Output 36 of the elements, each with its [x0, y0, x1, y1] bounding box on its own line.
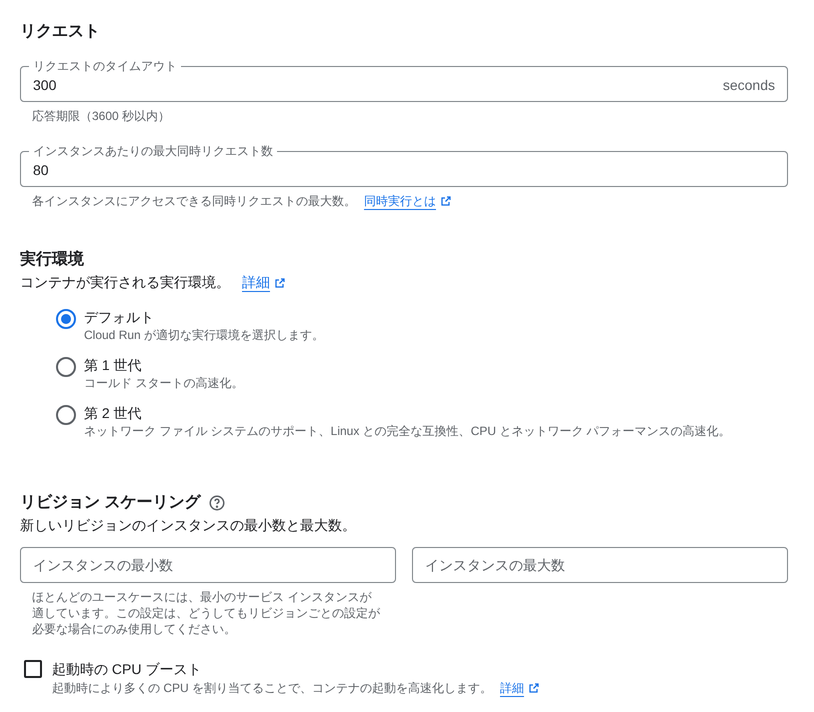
- field-hint: 応答期限（3600 秒以内）: [32, 108, 170, 125]
- option-label: 第 2 世代: [84, 404, 143, 423]
- option-description: コールド スタートの高速化。: [84, 375, 244, 391]
- checkbox-description: 起動時により多くの CPU を割り当てることで、コンテナの起動を高速化します。: [52, 680, 492, 697]
- option-description: Cloud Run が適切な実行環境を選択します。: [84, 327, 324, 343]
- field-hint: ほとんどのユースケースには、最小のサービス インスタンスが適しています。この設定は、どうしてもリビジョンごとの設定が必要な場合にのみ使用してください。: [31, 589, 381, 637]
- section-description: コンテナが実行される実行環境。: [20, 273, 230, 292]
- concurrency-link[interactable]: 同時実行とは: [364, 192, 452, 210]
- help-icon[interactable]: [208, 494, 226, 512]
- input-field[interactable]: インスタンスあたりの最大同時リクエスト数 80: [20, 143, 788, 187]
- radio-button[interactable]: [56, 309, 76, 329]
- input-field[interactable]: リクエストのタイムアウト 300 seconds: [20, 58, 788, 102]
- field-value: 300: [33, 76, 58, 95]
- checkbox[interactable]: [24, 660, 42, 678]
- radio-button[interactable]: [56, 357, 76, 377]
- option-label: 第 1 世代: [84, 356, 143, 375]
- section-title: 実行環境: [20, 249, 85, 270]
- option-description: ネットワーク ファイル システムのサポート、Linux との完全な互換性、CPU とネットワーク パフォーマンスの高速化。: [84, 423, 731, 439]
- input-field[interactable]: インスタンスの最大数: [412, 547, 788, 583]
- details-link[interactable]: 詳細: [500, 679, 540, 697]
- input-field[interactable]: インスタンスの最小数: [20, 547, 396, 583]
- unit-suffix: seconds: [722, 76, 775, 95]
- section-title: リビジョン スケーリング: [20, 493, 200, 513]
- external-link-icon: [274, 276, 286, 288]
- field-value: 80: [33, 161, 50, 180]
- section-title: リクエスト: [20, 22, 101, 42]
- external-link-icon: [528, 682, 540, 694]
- field-label: リクエストのタイムアウト: [32, 58, 178, 74]
- external-link-icon: [440, 195, 452, 207]
- option-label: デフォルト: [84, 308, 155, 327]
- field-label: インスタンスあたりの最大同時リクエスト数: [32, 143, 274, 159]
- details-link[interactable]: 詳細: [242, 272, 286, 293]
- checkbox-label: 起動時の CPU ブースト: [52, 660, 202, 679]
- section-description: 新しいリビジョンのインスタンスの最小数と最大数。: [20, 516, 357, 535]
- radio-button[interactable]: [56, 405, 76, 425]
- field-hint: 各インスタンスにアクセスできる同時リクエストの最大数。: [32, 193, 356, 210]
